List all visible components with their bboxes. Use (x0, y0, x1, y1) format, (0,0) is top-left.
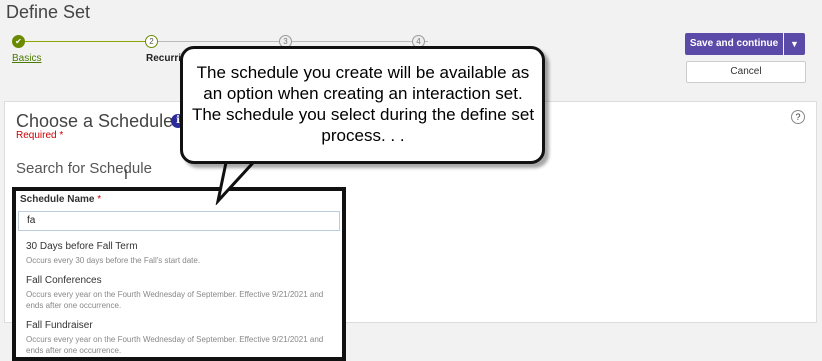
stepper-line-pending (158, 41, 428, 42)
page-title: Define Set (6, 2, 91, 22)
result-name: Fall Conferences (26, 275, 102, 286)
list-item[interactable]: 30 Days before Fall Term Occurs every 30… (26, 241, 336, 266)
callout-bubble: The schedule you create will be availabl… (180, 46, 545, 164)
help-icon[interactable]: ? (791, 110, 805, 124)
list-item[interactable]: Fall Conferences Occurs every year on th… (26, 275, 336, 311)
save-and-continue-button[interactable]: Save and continue (685, 33, 783, 55)
callout-text: The schedule you create will be availabl… (191, 63, 535, 145)
text-cursor-icon: I (124, 166, 128, 182)
schedule-name-label: Schedule Name * (20, 194, 101, 205)
stepper-line-complete (24, 41, 152, 42)
schedule-name-input[interactable]: fa (18, 211, 340, 231)
cancel-button[interactable]: Cancel (686, 61, 806, 83)
caret-down-icon: ▼ (790, 39, 799, 49)
result-description: Occurs every year on the Fourth Wednesda… (26, 290, 324, 310)
required-label: Required (16, 130, 57, 141)
step-1-check-icon[interactable]: ✔ (12, 35, 25, 48)
step-basics-link[interactable]: Basics (12, 53, 41, 64)
result-description: Occurs every 30 days before the Fall's s… (26, 256, 201, 265)
save-options-dropdown-button[interactable]: ▼ (784, 33, 805, 55)
schedule-search-highlight: Schedule Name * fa 30 Days before Fall T… (12, 187, 346, 361)
result-name: Fall Fundraiser (26, 320, 93, 331)
section-title: Choose a Schedule (16, 111, 174, 131)
required-star: * (59, 130, 64, 141)
schedule-name-label-text: Schedule Name (20, 194, 95, 205)
list-item[interactable]: Fall Fundraiser Occurs every year on the… (26, 320, 336, 356)
result-description: Occurs every year on the Fourth Wednesda… (26, 335, 324, 355)
result-name: 30 Days before Fall Term (26, 241, 138, 252)
step-2-marker: 2 (145, 35, 158, 48)
search-heading: Search for Schedule (16, 160, 152, 177)
required-star: * (97, 194, 102, 205)
required-indicator: Required * (16, 130, 63, 141)
